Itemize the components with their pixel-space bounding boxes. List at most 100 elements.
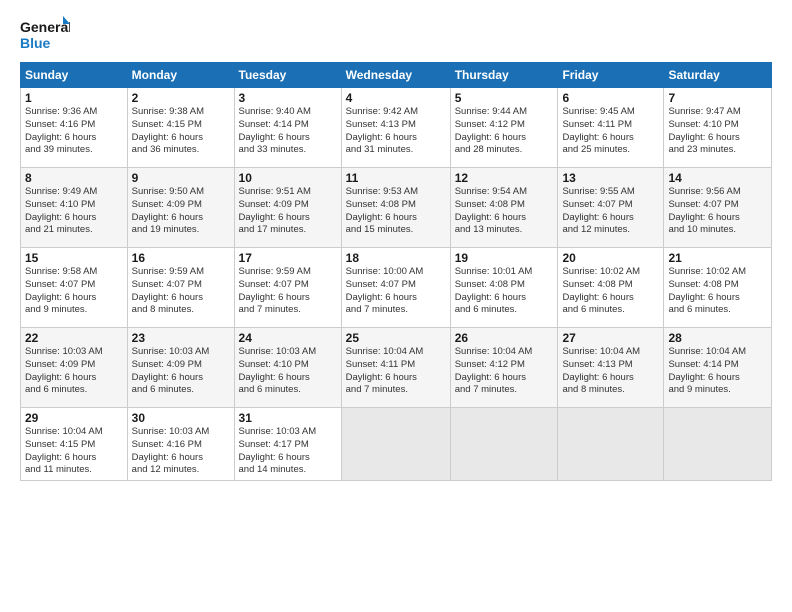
day-info: Sunrise: 10:00 AM Sunset: 4:07 PM Daylig… (346, 266, 446, 317)
day-info: Sunrise: 9:49 AM Sunset: 4:10 PM Dayligh… (25, 186, 123, 237)
day-number: 13 (562, 171, 659, 185)
header-saturday: Saturday (664, 63, 772, 88)
calendar-cell: 8Sunrise: 9:49 AM Sunset: 4:10 PM Daylig… (21, 168, 128, 248)
logo: General Blue (20, 16, 70, 52)
calendar-cell: 18Sunrise: 10:00 AM Sunset: 4:07 PM Dayl… (341, 248, 450, 328)
day-number: 15 (25, 251, 123, 265)
calendar-cell (664, 408, 772, 481)
calendar-cell: 13Sunrise: 9:55 AM Sunset: 4:07 PM Dayli… (558, 168, 664, 248)
header-friday: Friday (558, 63, 664, 88)
calendar-cell: 19Sunrise: 10:01 AM Sunset: 4:08 PM Dayl… (450, 248, 558, 328)
day-number: 19 (455, 251, 554, 265)
day-number: 31 (239, 411, 337, 425)
calendar-cell: 28Sunrise: 10:04 AM Sunset: 4:14 PM Dayl… (664, 328, 772, 408)
day-number: 7 (668, 91, 767, 105)
svg-text:Blue: Blue (20, 35, 51, 51)
calendar-cell: 12Sunrise: 9:54 AM Sunset: 4:08 PM Dayli… (450, 168, 558, 248)
calendar-cell (558, 408, 664, 481)
day-number: 30 (132, 411, 230, 425)
calendar-cell: 3Sunrise: 9:40 AM Sunset: 4:14 PM Daylig… (234, 88, 341, 168)
day-info: Sunrise: 10:03 AM Sunset: 4:09 PM Daylig… (25, 346, 123, 397)
day-number: 28 (668, 331, 767, 345)
calendar-cell: 4Sunrise: 9:42 AM Sunset: 4:13 PM Daylig… (341, 88, 450, 168)
day-info: Sunrise: 9:47 AM Sunset: 4:10 PM Dayligh… (668, 106, 767, 157)
day-info: Sunrise: 9:44 AM Sunset: 4:12 PM Dayligh… (455, 106, 554, 157)
day-number: 24 (239, 331, 337, 345)
calendar-cell: 29Sunrise: 10:04 AM Sunset: 4:15 PM Dayl… (21, 408, 128, 481)
logo-svg: General Blue (20, 16, 70, 52)
calendar-cell: 21Sunrise: 10:02 AM Sunset: 4:08 PM Dayl… (664, 248, 772, 328)
header-wednesday: Wednesday (341, 63, 450, 88)
day-info: Sunrise: 9:59 AM Sunset: 4:07 PM Dayligh… (239, 266, 337, 317)
day-number: 23 (132, 331, 230, 345)
day-number: 9 (132, 171, 230, 185)
day-number: 29 (25, 411, 123, 425)
day-number: 4 (346, 91, 446, 105)
day-number: 14 (668, 171, 767, 185)
calendar-cell: 16Sunrise: 9:59 AM Sunset: 4:07 PM Dayli… (127, 248, 234, 328)
calendar-cell: 6Sunrise: 9:45 AM Sunset: 4:11 PM Daylig… (558, 88, 664, 168)
day-info: Sunrise: 9:53 AM Sunset: 4:08 PM Dayligh… (346, 186, 446, 237)
day-info: Sunrise: 10:04 AM Sunset: 4:12 PM Daylig… (455, 346, 554, 397)
calendar-cell: 5Sunrise: 9:44 AM Sunset: 4:12 PM Daylig… (450, 88, 558, 168)
calendar-cell: 10Sunrise: 9:51 AM Sunset: 4:09 PM Dayli… (234, 168, 341, 248)
calendar-table: SundayMondayTuesdayWednesdayThursdayFrid… (20, 62, 772, 481)
day-info: Sunrise: 9:59 AM Sunset: 4:07 PM Dayligh… (132, 266, 230, 317)
day-info: Sunrise: 10:04 AM Sunset: 4:15 PM Daylig… (25, 426, 123, 477)
day-info: Sunrise: 10:02 AM Sunset: 4:08 PM Daylig… (668, 266, 767, 317)
day-number: 26 (455, 331, 554, 345)
day-number: 8 (25, 171, 123, 185)
day-number: 6 (562, 91, 659, 105)
calendar-cell (341, 408, 450, 481)
svg-text:General: General (20, 19, 70, 35)
calendar-cell: 22Sunrise: 10:03 AM Sunset: 4:09 PM Dayl… (21, 328, 128, 408)
calendar-header-row: SundayMondayTuesdayWednesdayThursdayFrid… (21, 63, 772, 88)
day-info: Sunrise: 10:04 AM Sunset: 4:14 PM Daylig… (668, 346, 767, 397)
week-row-4: 22Sunrise: 10:03 AM Sunset: 4:09 PM Dayl… (21, 328, 772, 408)
calendar-cell: 27Sunrise: 10:04 AM Sunset: 4:13 PM Dayl… (558, 328, 664, 408)
day-info: Sunrise: 10:04 AM Sunset: 4:13 PM Daylig… (562, 346, 659, 397)
day-info: Sunrise: 10:03 AM Sunset: 4:17 PM Daylig… (239, 426, 337, 477)
day-info: Sunrise: 9:51 AM Sunset: 4:09 PM Dayligh… (239, 186, 337, 237)
day-info: Sunrise: 9:40 AM Sunset: 4:14 PM Dayligh… (239, 106, 337, 157)
day-number: 25 (346, 331, 446, 345)
day-number: 1 (25, 91, 123, 105)
header-tuesday: Tuesday (234, 63, 341, 88)
day-info: Sunrise: 9:56 AM Sunset: 4:07 PM Dayligh… (668, 186, 767, 237)
header: General Blue (20, 16, 772, 52)
day-info: Sunrise: 9:54 AM Sunset: 4:08 PM Dayligh… (455, 186, 554, 237)
header-monday: Monday (127, 63, 234, 88)
day-number: 2 (132, 91, 230, 105)
day-number: 3 (239, 91, 337, 105)
week-row-2: 8Sunrise: 9:49 AM Sunset: 4:10 PM Daylig… (21, 168, 772, 248)
day-number: 16 (132, 251, 230, 265)
day-info: Sunrise: 10:04 AM Sunset: 4:11 PM Daylig… (346, 346, 446, 397)
day-info: Sunrise: 9:50 AM Sunset: 4:09 PM Dayligh… (132, 186, 230, 237)
day-number: 27 (562, 331, 659, 345)
day-number: 17 (239, 251, 337, 265)
calendar-cell: 7Sunrise: 9:47 AM Sunset: 4:10 PM Daylig… (664, 88, 772, 168)
day-info: Sunrise: 10:01 AM Sunset: 4:08 PM Daylig… (455, 266, 554, 317)
calendar-cell: 24Sunrise: 10:03 AM Sunset: 4:10 PM Dayl… (234, 328, 341, 408)
calendar-cell: 23Sunrise: 10:03 AM Sunset: 4:09 PM Dayl… (127, 328, 234, 408)
day-number: 21 (668, 251, 767, 265)
header-thursday: Thursday (450, 63, 558, 88)
day-info: Sunrise: 10:03 AM Sunset: 4:10 PM Daylig… (239, 346, 337, 397)
day-info: Sunrise: 9:36 AM Sunset: 4:16 PM Dayligh… (25, 106, 123, 157)
day-number: 12 (455, 171, 554, 185)
calendar-cell: 2Sunrise: 9:38 AM Sunset: 4:15 PM Daylig… (127, 88, 234, 168)
day-number: 22 (25, 331, 123, 345)
day-info: Sunrise: 9:45 AM Sunset: 4:11 PM Dayligh… (562, 106, 659, 157)
calendar-cell: 17Sunrise: 9:59 AM Sunset: 4:07 PM Dayli… (234, 248, 341, 328)
day-info: Sunrise: 10:03 AM Sunset: 4:09 PM Daylig… (132, 346, 230, 397)
calendar-cell: 31Sunrise: 10:03 AM Sunset: 4:17 PM Dayl… (234, 408, 341, 481)
day-number: 10 (239, 171, 337, 185)
calendar-cell: 15Sunrise: 9:58 AM Sunset: 4:07 PM Dayli… (21, 248, 128, 328)
day-number: 11 (346, 171, 446, 185)
day-info: Sunrise: 9:55 AM Sunset: 4:07 PM Dayligh… (562, 186, 659, 237)
calendar-cell: 20Sunrise: 10:02 AM Sunset: 4:08 PM Dayl… (558, 248, 664, 328)
calendar-cell: 1Sunrise: 9:36 AM Sunset: 4:16 PM Daylig… (21, 88, 128, 168)
calendar-cell: 25Sunrise: 10:04 AM Sunset: 4:11 PM Dayl… (341, 328, 450, 408)
day-number: 18 (346, 251, 446, 265)
day-info: Sunrise: 9:58 AM Sunset: 4:07 PM Dayligh… (25, 266, 123, 317)
